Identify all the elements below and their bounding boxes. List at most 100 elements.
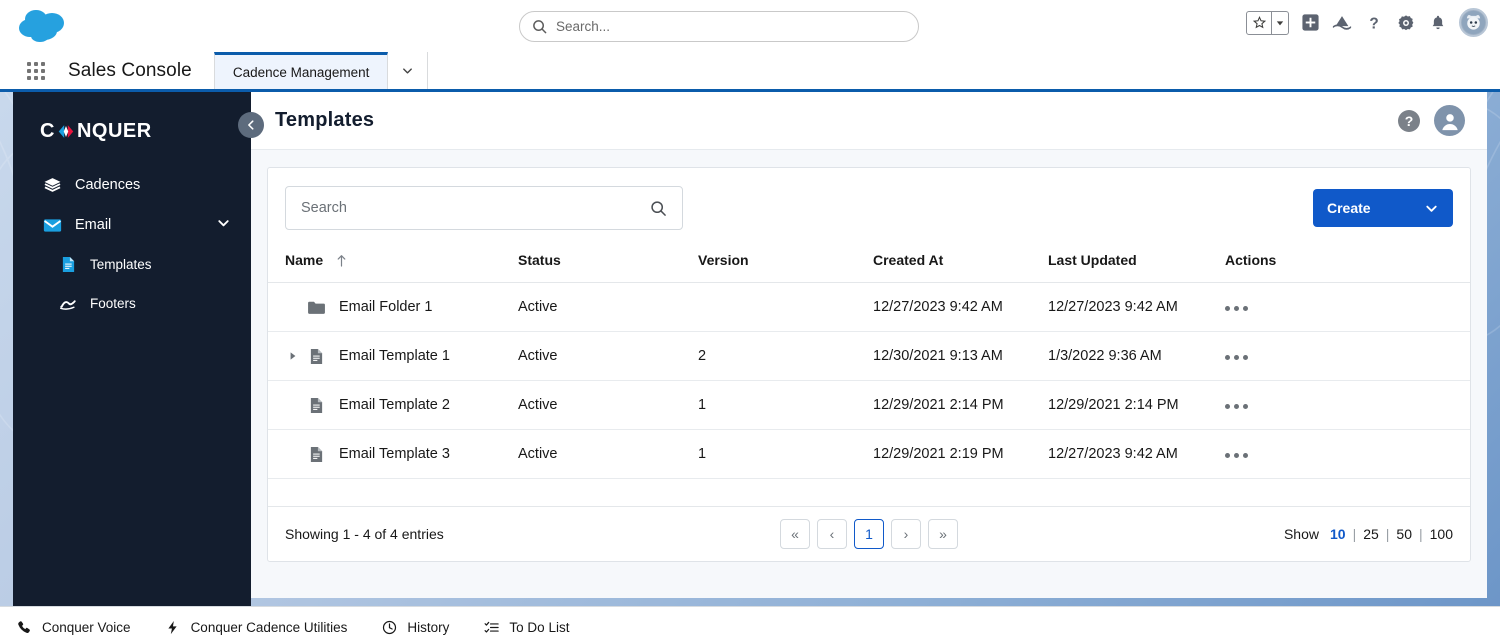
bell-icon[interactable] xyxy=(1427,12,1449,34)
search-input[interactable]: Search xyxy=(285,186,683,230)
app-sidebar: C NQUER Cadences Email Templates Footers xyxy=(13,92,251,606)
utility-item-conquer-cadence-utilities[interactable]: Conquer Cadence Utilities xyxy=(163,620,347,635)
mountain-icon[interactable] xyxy=(1331,12,1353,34)
waffle-grid-icon[interactable] xyxy=(18,52,54,89)
column-header-actions: Actions xyxy=(1225,244,1470,283)
table-row[interactable]: Email Folder 1 Active 12/27/2023 9:42 AM… xyxy=(268,282,1470,332)
sidebar-item-templates[interactable]: Templates xyxy=(13,245,251,284)
global-search[interactable]: Search... xyxy=(519,11,919,42)
row-name-label: Email Template 2 xyxy=(339,397,450,413)
layers-icon xyxy=(41,175,63,195)
search-icon[interactable] xyxy=(650,200,667,217)
prev-page-button[interactable]: ‹ xyxy=(817,519,847,549)
help-icon[interactable]: ? xyxy=(1398,109,1420,132)
chevron-left-icon xyxy=(245,119,257,131)
utility-item-conquer-voice[interactable]: Conquer Voice xyxy=(14,620,131,635)
page-size-10[interactable]: 10 xyxy=(1330,526,1346,542)
caret-down-icon[interactable] xyxy=(1271,11,1288,34)
column-header-status[interactable]: Status xyxy=(518,244,698,283)
global-header-actions: ? xyxy=(1246,8,1488,37)
arrow-up-icon xyxy=(336,254,347,267)
gear-icon[interactable] xyxy=(1395,12,1417,34)
page-size-50[interactable]: 50 xyxy=(1396,526,1412,542)
cell-status: Active xyxy=(518,331,698,381)
table-footer: Showing 1 - 4 of 4 entries « ‹ 1 › » Sho… xyxy=(268,506,1470,561)
app-name: Sales Console xyxy=(68,59,192,81)
logo-text-post: NQUER xyxy=(76,120,152,142)
cell-created-at: 12/27/2023 9:42 AM xyxy=(873,282,1048,332)
favorites-group[interactable] xyxy=(1246,10,1289,35)
sidebar-item-label: Templates xyxy=(90,257,152,272)
cell-name: Email Template 1 xyxy=(268,331,518,381)
cell-created-at: 12/29/2021 2:19 PM xyxy=(873,429,1048,479)
document-icon xyxy=(57,255,79,275)
column-header-version[interactable]: Version xyxy=(698,244,873,283)
plus-square-icon[interactable] xyxy=(1299,12,1321,34)
cell-actions xyxy=(1225,380,1470,430)
sidebar-item-cadences[interactable]: Cadences xyxy=(13,165,251,205)
salesforce-global-header: Search... ? xyxy=(0,0,1500,52)
sidebar-collapse-button[interactable] xyxy=(238,112,264,138)
triangle-right-icon[interactable] xyxy=(285,351,301,361)
search-placeholder: Search xyxy=(301,200,347,216)
utility-bar: Conquer Voice Conquer Cadence Utilities … xyxy=(0,606,1500,639)
sidebar-item-footers[interactable]: Footers xyxy=(13,284,251,323)
global-search-placeholder: Search... xyxy=(556,19,611,34)
folder-icon xyxy=(301,300,331,315)
star-icon[interactable] xyxy=(1247,12,1271,34)
tab-cadence-management[interactable]: Cadence Management xyxy=(213,52,389,89)
cell-status: Active xyxy=(518,380,698,430)
question-mark-icon[interactable]: ? xyxy=(1363,12,1385,34)
templates-table: Name Status Version Created At Last Upda… xyxy=(268,244,1470,479)
cell-version: 2 xyxy=(698,331,873,381)
chevron-down-icon[interactable] xyxy=(1424,201,1439,216)
cell-actions xyxy=(1225,429,1470,479)
last-page-button[interactable]: » xyxy=(928,519,958,549)
utility-item-label: History xyxy=(407,619,450,635)
checklist-icon xyxy=(481,620,501,635)
avatar[interactable] xyxy=(1434,105,1465,136)
more-horizontal-icon[interactable] xyxy=(1225,355,1248,360)
page-size-100[interactable]: 100 xyxy=(1430,526,1453,542)
more-horizontal-icon[interactable] xyxy=(1225,453,1248,458)
signature-icon xyxy=(57,294,79,314)
page-size-selector: Show 10 | 25 | 50 | 100 xyxy=(1284,526,1453,542)
utility-item-to-do-list[interactable]: To Do List xyxy=(481,620,569,635)
content-panel: Templates ? Search Create Name Status Ve… xyxy=(251,92,1487,598)
logo-text-pre: C xyxy=(40,120,55,142)
sidebar-item-email[interactable]: Email xyxy=(13,205,251,245)
tab-dropdown-chevron-down-icon[interactable] xyxy=(388,52,429,89)
table-row[interactable]: Email Template 3 Active 1 12/29/2021 2:1… xyxy=(268,429,1470,479)
first-page-button[interactable]: « xyxy=(780,519,810,549)
utility-item-history[interactable]: History xyxy=(379,620,449,635)
entries-summary: Showing 1 - 4 of 4 entries xyxy=(285,526,444,542)
document-icon xyxy=(301,446,331,463)
column-header-last-updated[interactable]: Last Updated xyxy=(1048,244,1225,283)
create-button[interactable]: Create xyxy=(1313,189,1453,227)
column-header-created-at[interactable]: Created At xyxy=(873,244,1048,283)
page-1-button[interactable]: 1 xyxy=(854,519,884,549)
cell-last-updated: 12/29/2021 2:14 PM xyxy=(1048,380,1225,430)
sidebar-item-label: Footers xyxy=(90,296,136,311)
chevron-down-icon[interactable] xyxy=(216,216,231,235)
table-row[interactable]: Email Template 2 Active 1 12/29/2021 2:1… xyxy=(268,380,1470,430)
cell-version xyxy=(698,282,873,332)
row-name-label: Email Template 3 xyxy=(339,446,450,462)
column-header-name[interactable]: Name xyxy=(268,244,518,283)
more-horizontal-icon[interactable] xyxy=(1225,306,1248,311)
user-avatar[interactable] xyxy=(1459,8,1488,37)
table-row[interactable]: Email Template 1 Active 2 12/30/2021 9:1… xyxy=(268,331,1470,381)
cell-actions xyxy=(1225,282,1470,332)
cell-last-updated: 1/3/2022 9:36 AM xyxy=(1048,331,1225,381)
separator: | xyxy=(1419,526,1423,542)
cell-status: Active xyxy=(518,282,698,332)
more-horizontal-icon[interactable] xyxy=(1225,404,1248,409)
page-size-label: Show xyxy=(1283,526,1319,542)
lightning-icon xyxy=(163,620,183,635)
card-toolbar: Search Create xyxy=(268,168,1470,244)
page-size-25[interactable]: 25 xyxy=(1363,526,1379,542)
next-page-button[interactable]: › xyxy=(891,519,921,549)
separator: | xyxy=(1385,526,1390,542)
phone-icon xyxy=(14,620,34,635)
utility-item-label: Conquer Voice xyxy=(42,619,131,635)
